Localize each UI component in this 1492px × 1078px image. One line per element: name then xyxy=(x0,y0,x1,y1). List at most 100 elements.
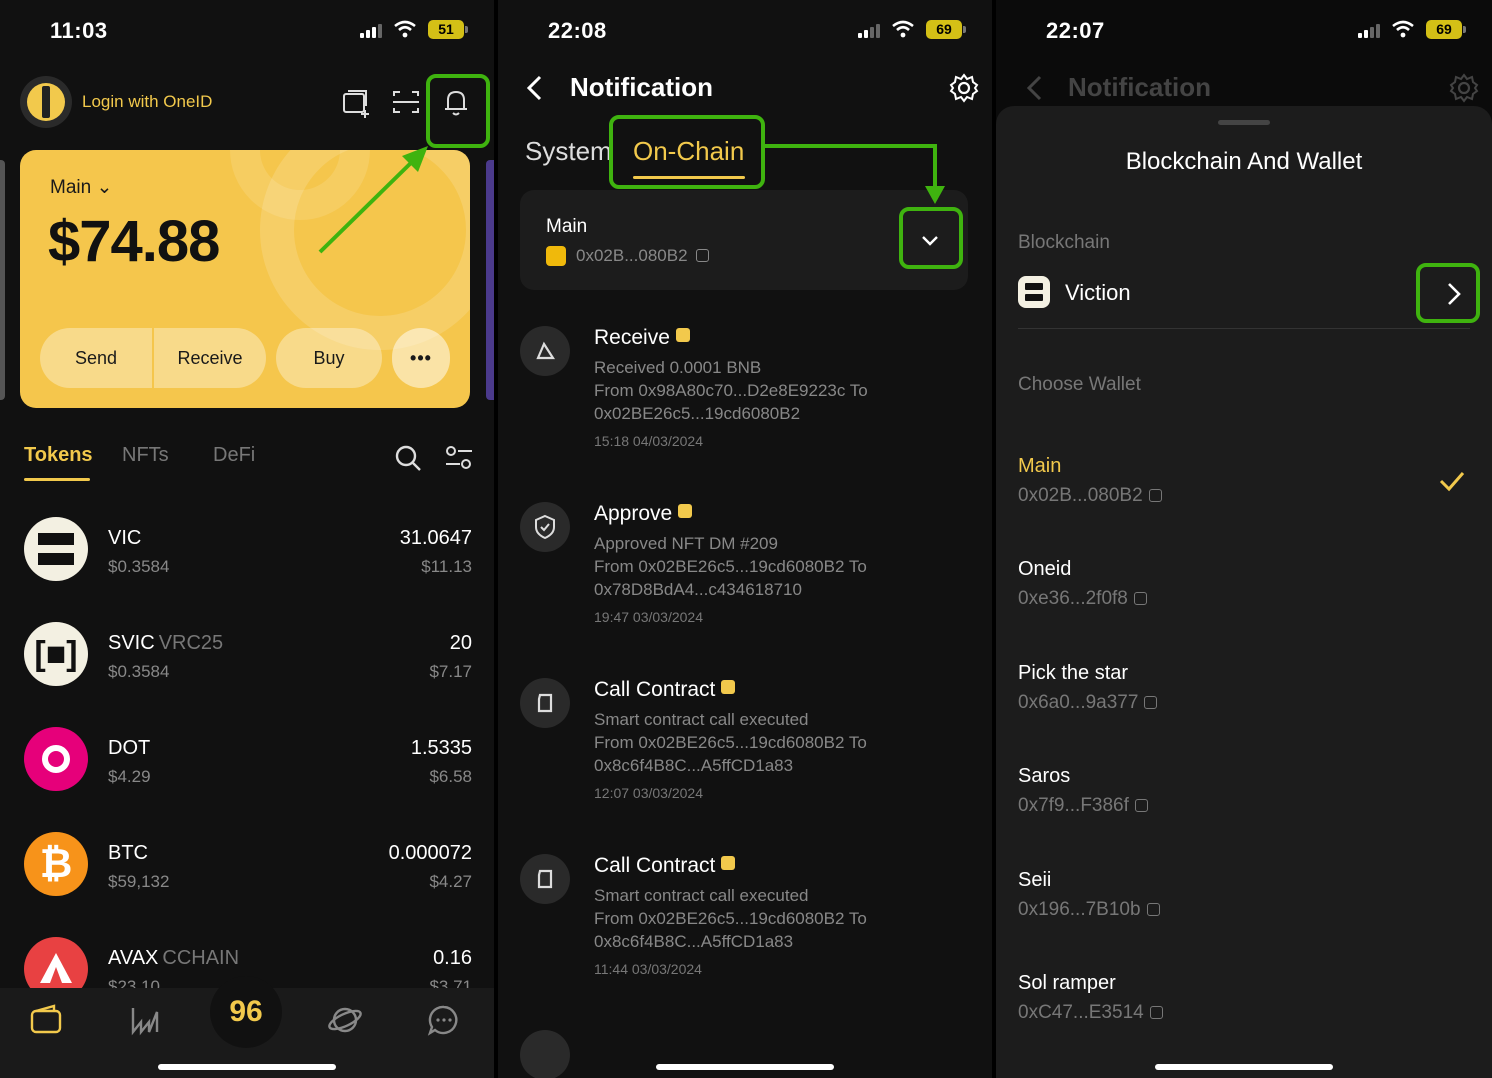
blockchain-selector[interactable]: Viction xyxy=(1018,276,1468,312)
signal-icon xyxy=(360,24,386,38)
signal-icon xyxy=(1358,24,1384,38)
copy-icon[interactable] xyxy=(1134,799,1148,812)
notification-screen: 22:08 69 Notification System On-Chain Ma… xyxy=(498,0,992,1078)
wallet-option[interactable]: Seii 0x196...7B10b xyxy=(1018,869,1470,949)
status-bar: 22:08 69 xyxy=(498,0,992,62)
svic-icon: [■] xyxy=(24,622,88,686)
notification-line: 0x02BE26c5...19cd6080B2 xyxy=(594,404,801,423)
token-symbol: BTC xyxy=(108,842,148,864)
token-row-btc[interactable]: ₿ BTC $59,132 0.000072 $4.27 xyxy=(0,832,494,922)
chevron-down-icon: ⌄ xyxy=(96,177,113,198)
notification-line: From 0x02BE26c5...19cd6080B2 To xyxy=(594,557,867,576)
chat-icon[interactable] xyxy=(426,1002,462,1038)
contract-icon xyxy=(520,678,570,728)
send-button[interactable]: Send xyxy=(40,328,152,388)
chevron-highlight-box xyxy=(1416,263,1480,323)
wallet-selector[interactable]: Main ⌄ xyxy=(50,176,112,199)
wallet-name: Pick the star xyxy=(1018,662,1129,684)
notification-title: Call Contract xyxy=(594,678,736,702)
asset-tabs: Tokens NFTs DeFi xyxy=(0,444,494,484)
segment-system[interactable]: System xyxy=(525,136,612,167)
tab-tokens[interactable]: Tokens xyxy=(24,444,93,467)
bell-highlight-box xyxy=(426,74,490,148)
notification-time: 19:47 03/03/2024 xyxy=(594,609,703,625)
tab-nfts[interactable]: NFTs xyxy=(122,444,169,467)
wifi-icon xyxy=(394,20,416,38)
wallet-name: Sol ramper xyxy=(1018,972,1116,994)
more-icon[interactable]: ••• xyxy=(392,328,450,388)
status-time: 22:08 xyxy=(548,18,607,43)
wallet-option[interactable]: Main 0x02B...080B2 xyxy=(1018,455,1470,535)
token-amount: 0.000072 xyxy=(388,842,472,864)
explore-icon[interactable] xyxy=(327,1002,363,1038)
chevron-highlight-box xyxy=(899,207,963,269)
battery-indicator: 51 xyxy=(428,20,468,39)
on-chain-highlight-box xyxy=(609,115,765,189)
next-card-peek xyxy=(486,160,494,400)
wallet-name: Oneid xyxy=(1018,558,1072,580)
token-symbol: DOT xyxy=(108,737,151,759)
notification-line: From 0x98A80c70...D2e8E9223c To xyxy=(594,381,868,400)
buy-button[interactable]: Buy xyxy=(276,328,382,388)
wallet-option[interactable]: Oneid 0xe36...2f0f8 xyxy=(1018,558,1470,638)
notification-item[interactable]: Receive Received 0.0001 BNB From 0x98A80… xyxy=(498,326,992,496)
copy-icon[interactable] xyxy=(1146,903,1160,916)
back-arrow-icon[interactable] xyxy=(524,74,546,102)
wallet-icon[interactable] xyxy=(28,1002,64,1038)
viction-icon xyxy=(1018,276,1050,308)
battery-indicator: 69 xyxy=(926,20,966,39)
wallet-name: Main xyxy=(546,216,588,237)
coin98-home-button[interactable]: 96 xyxy=(210,976,282,1048)
tab-defi[interactable]: DeFi xyxy=(213,444,255,467)
notification-item[interactable]: Approve Approved NFT DM #209 From 0x02BE… xyxy=(498,502,992,672)
copy-icon[interactable] xyxy=(1144,696,1158,709)
token-symbol: SVIC VRC25 xyxy=(108,632,224,654)
arrow-annotation xyxy=(764,144,945,204)
polkadot-icon xyxy=(24,727,88,791)
login-oneid-link[interactable]: Login with OneID xyxy=(82,92,212,112)
token-value: $11.13 xyxy=(421,557,472,576)
filter-icon[interactable] xyxy=(444,444,474,472)
token-value: $7.17 xyxy=(429,662,472,681)
market-icon[interactable] xyxy=(127,1002,163,1038)
token-row-vic[interactable]: VIC $0.3584 31.0647 $11.13 xyxy=(0,517,494,607)
token-symbol: AVAX CCHAIN xyxy=(108,947,240,969)
wallet-address: 0x6a0...9a377 xyxy=(1018,692,1158,714)
copy-icon[interactable] xyxy=(1133,592,1147,605)
settings-gear-icon[interactable] xyxy=(948,72,980,104)
receive-button[interactable]: Receive xyxy=(154,328,266,388)
wallet-option[interactable]: Sol ramper 0xC47...E3514 xyxy=(1018,972,1470,1052)
notification-line: 0x8c6f4B8C...A5ffCD1a83 xyxy=(594,756,794,775)
notification-item[interactable]: Call Contract Smart contract call execut… xyxy=(498,854,992,1024)
scan-icon[interactable] xyxy=(388,84,424,120)
add-wallet-icon[interactable] xyxy=(338,84,374,120)
token-row-dot[interactable]: DOT $4.29 1.5335 $6.58 xyxy=(0,727,494,817)
wallet-name: Main xyxy=(1018,455,1062,477)
notification-time: 15:18 04/03/2024 xyxy=(594,433,703,449)
token-row-svic[interactable]: [■] SVIC VRC25 $0.3584 20 $7.17 xyxy=(0,622,494,712)
oneid-avatar[interactable] xyxy=(20,76,72,128)
copy-icon[interactable] xyxy=(1148,489,1162,502)
shield-check-icon xyxy=(520,502,570,552)
bnb-chain-icon xyxy=(546,246,566,266)
wifi-icon xyxy=(1392,20,1414,38)
token-price: $4.29 xyxy=(108,767,151,786)
notification-item[interactable]: Call Contract Smart contract call execut… xyxy=(498,678,992,848)
chain-name: Viction xyxy=(1065,280,1131,305)
notification-line: Smart contract call executed xyxy=(594,710,809,729)
token-price: $0.3584 xyxy=(108,557,170,576)
search-icon[interactable] xyxy=(394,444,422,472)
checkmark-icon xyxy=(1439,472,1465,492)
copy-icon[interactable] xyxy=(696,249,710,262)
notification-line: Received 0.0001 BNB xyxy=(594,358,762,377)
wallet-option[interactable]: Saros 0x7f9...F386f xyxy=(1018,765,1470,845)
token-amount: 20 xyxy=(449,632,472,654)
wallet-option[interactable]: Pick the star 0x6a0...9a377 xyxy=(1018,662,1470,742)
notification-time: 11:44 03/03/2024 xyxy=(594,961,702,977)
wallet-address: 0x02B...080B2 xyxy=(576,246,710,266)
bitcoin-icon: ₿ xyxy=(24,832,88,896)
token-price: $59,132 xyxy=(108,872,170,891)
copy-icon[interactable] xyxy=(1149,1006,1163,1019)
sheet-grab-handle[interactable] xyxy=(1218,120,1270,125)
send-receive-icon xyxy=(520,326,570,376)
